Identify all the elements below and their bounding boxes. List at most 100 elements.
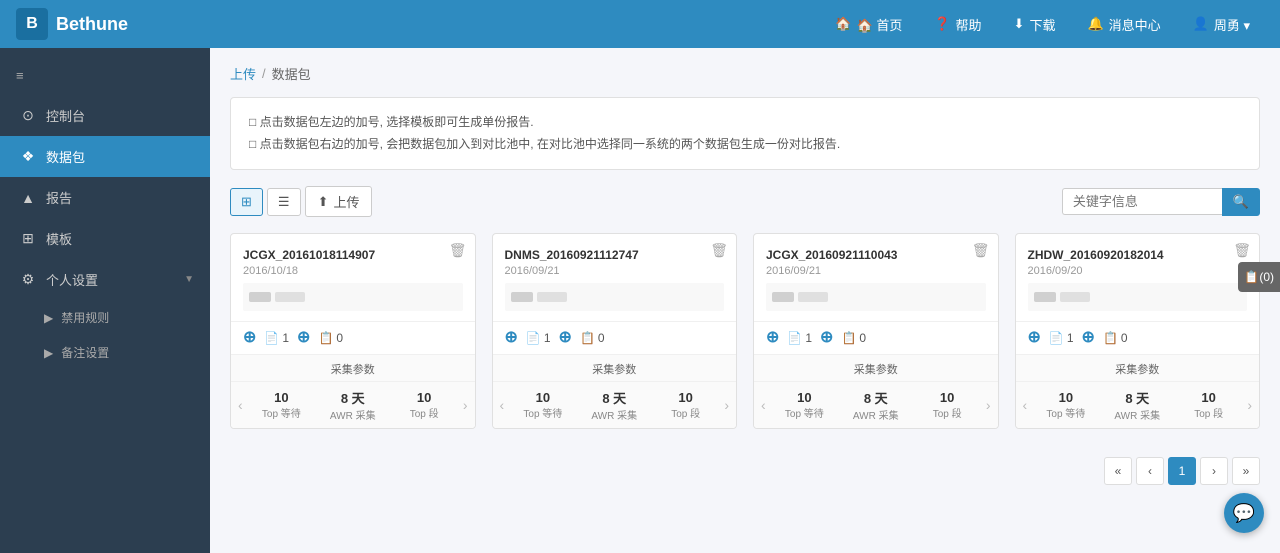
header: B Bethune 🏠 🏠 首页 ❓ 帮助 ⬇ 下载 🔔 消息中心 👤 周勇 ▾ <box>0 0 1280 48</box>
sidebar-item-rules[interactable]: ▶ 禁用规则 <box>0 300 210 335</box>
card-1: 🗑 DNMS_20160921112747 2016/09/21 ⊕ 📄 1 ⊕… <box>492 233 738 429</box>
sidebar-item-report[interactable]: ▲ 报告 <box>0 177 210 218</box>
preview-dot <box>772 292 794 302</box>
card-2-prev[interactable]: ‹ <box>758 397 769 413</box>
card-2-title: JCGX_20160921110043 <box>766 248 986 262</box>
sidebar-item-console[interactable]: ⊙ 控制台 <box>0 95 210 136</box>
card-3-add-right[interactable]: ⊕ <box>1082 330 1095 346</box>
info-row-1: □ 点击数据包左边的加号, 选择模板即可生成单份报告. <box>249 112 1241 134</box>
preview-dot2 <box>1060 292 1090 302</box>
chat-icon: 💬 <box>1233 503 1255 524</box>
card-3-add-left[interactable]: ⊕ <box>1028 330 1041 346</box>
page-prev[interactable]: ‹ <box>1136 457 1164 485</box>
card-1-stats-row: ‹ 10 Top 等待 8 天 AWR 采集 10 Top 段 <box>493 382 737 428</box>
card-3: 🗑 ZHDW_20160920182014 2016/09/20 ⊕ 📄 1 ⊕… <box>1015 233 1261 429</box>
card-0-count2: 📋 0 <box>318 331 343 345</box>
grid-view-button[interactable]: ⊞ <box>230 188 263 216</box>
card-3-title: ZHDW_20160920182014 <box>1028 248 1248 262</box>
card-3-stat2: 8 天 AWR 采集 <box>1102 388 1173 422</box>
card-1-actions: ⊕ 📄 1 ⊕ 📋 0 <box>493 322 737 355</box>
card-2-footer: 采集参数 ‹ 10 Top 等待 8 天 AWR 采集 10 <box>754 355 998 428</box>
page-first[interactable]: « <box>1104 457 1132 485</box>
card-3-count1: 📄 1 <box>1049 331 1074 345</box>
float-badge[interactable]: 📋(0) <box>1238 262 1280 292</box>
card-1-next[interactable]: › <box>721 397 732 413</box>
sidebar-label-report: 报告 <box>46 188 72 207</box>
sidebar-item-datapackage[interactable]: ❖ 数据包 <box>0 136 210 177</box>
breadcrumb: 上传 / 数据包 <box>230 64 1260 83</box>
sidebar-header: ≡ <box>0 56 210 95</box>
nav-help[interactable]: ❓ 帮助 <box>920 9 995 40</box>
card-1-header: 🗑 DNMS_20160921112747 2016/09/21 <box>493 234 737 322</box>
sidebar-label-rules: 禁用规则 <box>61 309 109 326</box>
card-0-add-right[interactable]: ⊕ <box>297 330 310 346</box>
card-0-stats-label: 采集参数 <box>231 355 475 382</box>
card-3-next[interactable]: › <box>1244 397 1255 413</box>
nav-download[interactable]: ⬇ 下载 <box>1000 9 1070 40</box>
card-2-preview <box>766 283 986 311</box>
upload-button[interactable]: ⬆ 上传 <box>305 186 373 217</box>
sidebar: ≡ ⊙ 控制台 ❖ 数据包 ▲ 报告 ⊞ 模板 ⚙ 个人设置 ▼ ▶ 禁用规则 … <box>0 48 210 553</box>
card-0-stat2: 8 天 AWR 采集 <box>317 388 388 422</box>
sidebar-label-template: 模板 <box>46 229 72 248</box>
card-2-add-right[interactable]: ⊕ <box>820 330 833 346</box>
card-0: 🗑 JCGX_20161018114907 2016/10/18 ⊕ 📄 1 ⊕… <box>230 233 476 429</box>
logo: B Bethune <box>16 8 821 40</box>
preview-dot2 <box>275 292 305 302</box>
card-1-count2: 📋 0 <box>580 331 605 345</box>
breadcrumb-upload[interactable]: 上传 <box>230 64 256 83</box>
card-2-stats-row: ‹ 10 Top 等待 8 天 AWR 采集 10 Top 段 <box>754 382 998 428</box>
card-0-add-left[interactable]: ⊕ <box>243 330 256 346</box>
card-2-stat1: 10 Top 等待 <box>769 390 840 420</box>
card-0-delete[interactable]: 🗑 <box>449 242 467 259</box>
card-2-add-left[interactable]: ⊕ <box>766 330 779 346</box>
datapackage-icon: ❖ <box>20 148 36 165</box>
card-3-count2: 📋 0 <box>1103 331 1128 345</box>
notes-arrow-icon: ▶ <box>44 346 53 360</box>
sidebar-item-template[interactable]: ⊞ 模板 <box>0 218 210 259</box>
info-row-2: □ 点击数据包右边的加号, 会把数据包加入到对比池中, 在对比池中选择同一系统的… <box>249 134 1241 156</box>
card-3-stats-row: ‹ 10 Top 等待 8 天 AWR 采集 10 Top 段 <box>1016 382 1260 428</box>
card-1-add-right[interactable]: ⊕ <box>559 330 572 346</box>
chat-bubble[interactable]: 💬 <box>1224 493 1264 533</box>
card-1-date: 2016/09/21 <box>505 265 725 277</box>
page-last[interactable]: » <box>1232 457 1260 485</box>
card-0-next[interactable]: › <box>460 397 471 413</box>
list-view-button[interactable]: ☰ <box>267 188 301 216</box>
sidebar-item-notes[interactable]: ▶ 备注设置 <box>0 335 210 370</box>
card-1-prev[interactable]: ‹ <box>497 397 508 413</box>
card-1-stat2: 8 天 AWR 采集 <box>579 388 650 422</box>
card-3-stat1: 10 Top 等待 <box>1030 390 1101 420</box>
card-3-stats-label: 采集参数 <box>1016 355 1260 382</box>
card-1-delete[interactable]: 🗑 <box>710 242 728 259</box>
card-0-prev[interactable]: ‹ <box>235 397 246 413</box>
nav-user[interactable]: 👤 周勇 ▾ <box>1179 9 1264 40</box>
preview-dot <box>511 292 533 302</box>
search-button[interactable]: 🔍 <box>1222 188 1260 216</box>
nav-messages[interactable]: 🔔 消息中心 <box>1073 9 1174 40</box>
card-2-next[interactable]: › <box>983 397 994 413</box>
card-3-date: 2016/09/20 <box>1028 265 1248 277</box>
card-1-add-left[interactable]: ⊕ <box>505 330 518 346</box>
breadcrumb-current: 数据包 <box>272 64 311 83</box>
card-1-title: DNMS_20160921112747 <box>505 248 725 262</box>
info-text-1: □ 点击数据包左边的加号, 选择模板即可生成单份报告. <box>249 112 534 134</box>
search-input[interactable] <box>1062 188 1222 215</box>
page-current[interactable]: 1 <box>1168 457 1196 485</box>
rules-arrow-icon: ▶ <box>44 311 53 325</box>
breadcrumb-separator: / <box>262 66 266 81</box>
toolbar: ⊞ ☰ ⬆ 上传 🔍 <box>230 186 1260 217</box>
card-3-delete[interactable]: 🗑 <box>1233 242 1251 259</box>
nav-home[interactable]: 🏠 🏠 首页 <box>821 9 916 40</box>
card-3-footer: 采集参数 ‹ 10 Top 等待 8 天 AWR 采集 10 <box>1016 355 1260 428</box>
card-2-count2: 📋 0 <box>841 331 866 345</box>
page-next[interactable]: › <box>1200 457 1228 485</box>
sidebar-item-settings[interactable]: ⚙ 个人设置 ▼ <box>0 259 210 300</box>
card-0-stats-row: ‹ 10 Top 等待 8 天 AWR 采集 10 Top 段 <box>231 382 475 428</box>
card-3-header: 🗑 ZHDW_20160920182014 2016/09/20 <box>1016 234 1260 322</box>
card-3-prev[interactable]: ‹ <box>1020 397 1031 413</box>
card-3-actions: ⊕ 📄 1 ⊕ 📋 0 <box>1016 322 1260 355</box>
info-text-2: □ 点击数据包右边的加号, 会把数据包加入到对比池中, 在对比池中选择同一系统的… <box>249 134 840 156</box>
card-2-stat3: 10 Top 段 <box>911 390 982 420</box>
card-2-delete[interactable]: 🗑 <box>972 242 990 259</box>
